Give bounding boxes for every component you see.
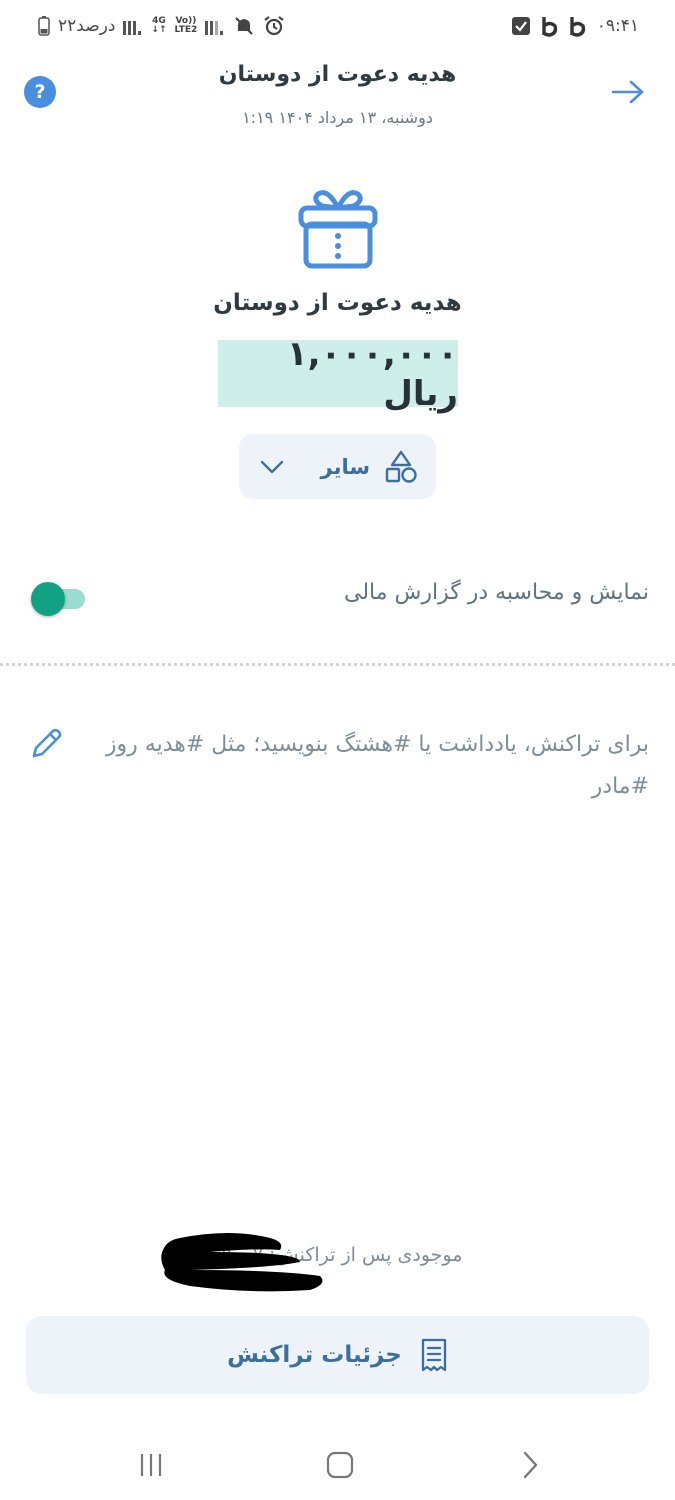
battery-percent: ۲۲درصد <box>58 16 116 36</box>
help-button[interactable]: ? <box>24 76 56 108</box>
page-title: هدیه دعوت از دوستان <box>218 62 457 87</box>
home-icon <box>326 1451 354 1479</box>
signal-icon <box>123 21 142 35</box>
chevron-right-icon <box>523 1451 538 1479</box>
volte-indicator: Vo)) LTE2 <box>174 16 198 35</box>
category-title: هدیه دعوت از دوستان <box>213 290 462 316</box>
transaction-details-button[interactable]: جزئیات تراکنش <box>26 1316 649 1394</box>
transaction-amount: ۱,۰۰۰,۰۰۰ ریال <box>218 334 458 414</box>
network-type: 4G ↓↑ <box>151 16 167 35</box>
back-nav-button[interactable] <box>510 1448 550 1482</box>
arrow-right-icon <box>611 80 644 104</box>
divider <box>0 663 675 666</box>
chevron-down-icon <box>260 460 284 473</box>
report-toggle[interactable] <box>31 582 85 616</box>
category-selector[interactable]: سایر <box>239 434 436 499</box>
gift-icon <box>298 190 378 269</box>
category-label: سایر <box>320 454 371 479</box>
status-bar: ۲۲درصد 4G ↓↑ Vo)) LTE2 ۰۹:۴۱ <box>0 0 675 52</box>
system-nav-bar <box>0 1430 675 1500</box>
question-circle-icon: ? <box>34 81 46 103</box>
status-left: ۲۲درصد 4G ↓↑ Vo)) LTE2 <box>38 12 285 40</box>
status-right: ۰۹:۴۱ <box>511 12 639 40</box>
recent-apps-icon <box>140 1454 162 1476</box>
shapes-icon <box>385 450 417 483</box>
recent-apps-button[interactable] <box>131 1448 171 1482</box>
transaction-date: دوشنبه، ۱۳ مرداد ۱۴۰۴ ۱:۱۹ <box>242 108 433 127</box>
note-input[interactable]: برای تراکنش، یادداشت یا #هشتگ بنویسید؛ م… <box>89 724 649 808</box>
toggle-thumb <box>31 582 65 616</box>
home-button[interactable] <box>320 1448 360 1482</box>
battery-icon <box>38 16 50 36</box>
category-selector-content: سایر <box>321 450 419 484</box>
clock: ۰۹:۴۱ <box>596 16 639 36</box>
receipt-icon <box>421 1338 447 1372</box>
b-app-2-icon <box>570 17 585 37</box>
details-button-label: جزئیات تراکنش <box>227 1342 402 1368</box>
alarm-icon <box>264 16 284 36</box>
pencil-icon[interactable] <box>28 726 64 762</box>
signal-2-icon <box>205 21 224 35</box>
mute-icon <box>235 17 254 35</box>
checkbox-notification-icon <box>511 17 530 35</box>
redaction-scribble <box>161 1233 323 1292</box>
back-button[interactable] <box>606 72 650 112</box>
report-toggle-label: نمایش و محاسبه در گزارش مالی <box>343 580 649 605</box>
b-app-icon <box>542 17 557 37</box>
